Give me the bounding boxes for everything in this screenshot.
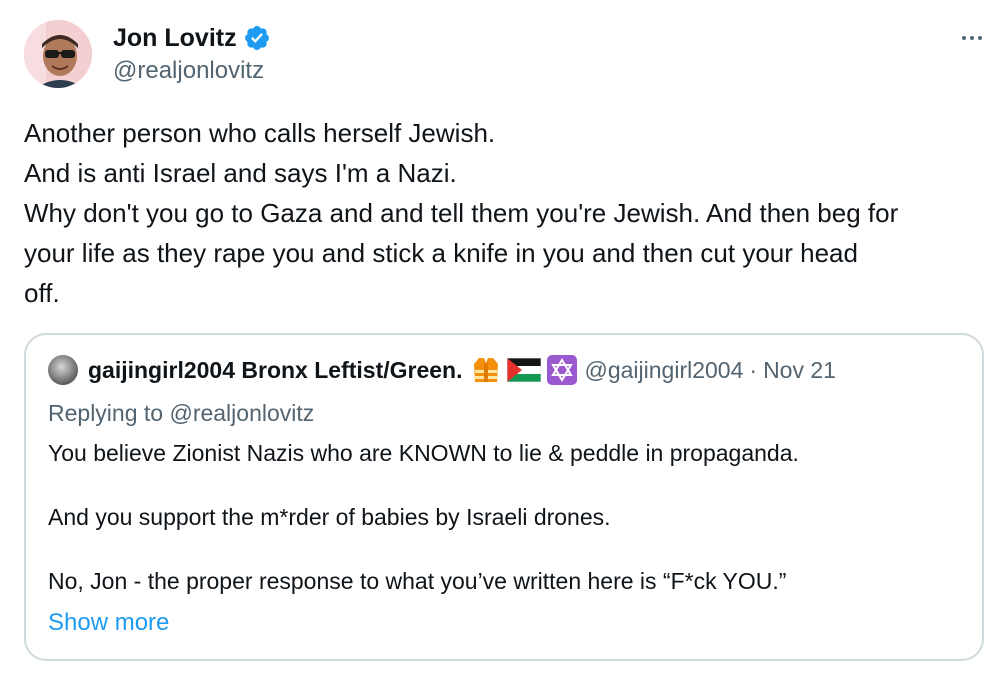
author-avatar[interactable] <box>24 20 92 88</box>
more-dot-icon <box>970 36 974 40</box>
author-name-row: Jon Lovitz <box>113 22 271 54</box>
tweet-line: Another person who calls herself Jewish. <box>24 118 496 148</box>
more-dot-icon <box>978 36 982 40</box>
replying-to-line: Replying to @realjonlovitz <box>48 397 314 429</box>
quoted-paragraph: You believe Zionist Nazis who are KNOWN … <box>48 440 799 466</box>
quoted-author-name[interactable]: gaijingirl2004 Bronx Leftist/Green. <box>88 355 463 385</box>
tweet-line: off. <box>24 278 60 308</box>
author-handle[interactable]: @realjonlovitz <box>113 56 264 86</box>
palestine-flag-icon <box>506 358 541 382</box>
more-dot-icon <box>962 36 966 40</box>
quoted-tweet-card[interactable]: gaijingirl2004 Bronx Leftist/Green. @gai… <box>24 333 984 661</box>
quoted-tweet-text: You believe Zionist Nazis who are KNOWN … <box>48 437 958 597</box>
replying-to-mention[interactable]: @realjonlovitz <box>169 400 314 426</box>
tweet-text: Another person who calls herself Jewish.… <box>24 113 984 313</box>
avatar-photo-icon <box>24 20 92 88</box>
star-of-david-icon <box>546 355 577 385</box>
quoted-author-avatar[interactable] <box>48 355 78 385</box>
quoted-author-handle[interactable]: @gaijingirl2004 <box>585 355 744 385</box>
quoted-tweet-header: gaijingirl2004 Bronx Leftist/Green. @gai… <box>48 355 836 385</box>
safety-vest-icon <box>473 358 498 382</box>
tweet-line: And is anti Israel and says I'm a Nazi. <box>24 158 457 188</box>
replying-to-prefix: Replying to <box>48 400 164 426</box>
quoted-paragraph: No, Jon - the proper response to what yo… <box>48 568 787 594</box>
quoted-author-emojis <box>471 355 577 385</box>
tweet-line: Why don't you go to Gaza and and tell th… <box>24 198 899 228</box>
header-separator: · <box>749 357 758 383</box>
show-more-link[interactable]: Show more <box>48 607 169 639</box>
more-options-button[interactable] <box>954 24 990 52</box>
tweet-line: your life as they rape you and stick a k… <box>24 238 858 268</box>
quoted-tweet-date[interactable]: Nov 21 <box>763 355 836 385</box>
author-name[interactable]: Jon Lovitz <box>113 22 237 54</box>
verified-badge-icon <box>244 26 269 50</box>
quoted-paragraph: And you support the m*rder of babies by … <box>48 504 611 530</box>
